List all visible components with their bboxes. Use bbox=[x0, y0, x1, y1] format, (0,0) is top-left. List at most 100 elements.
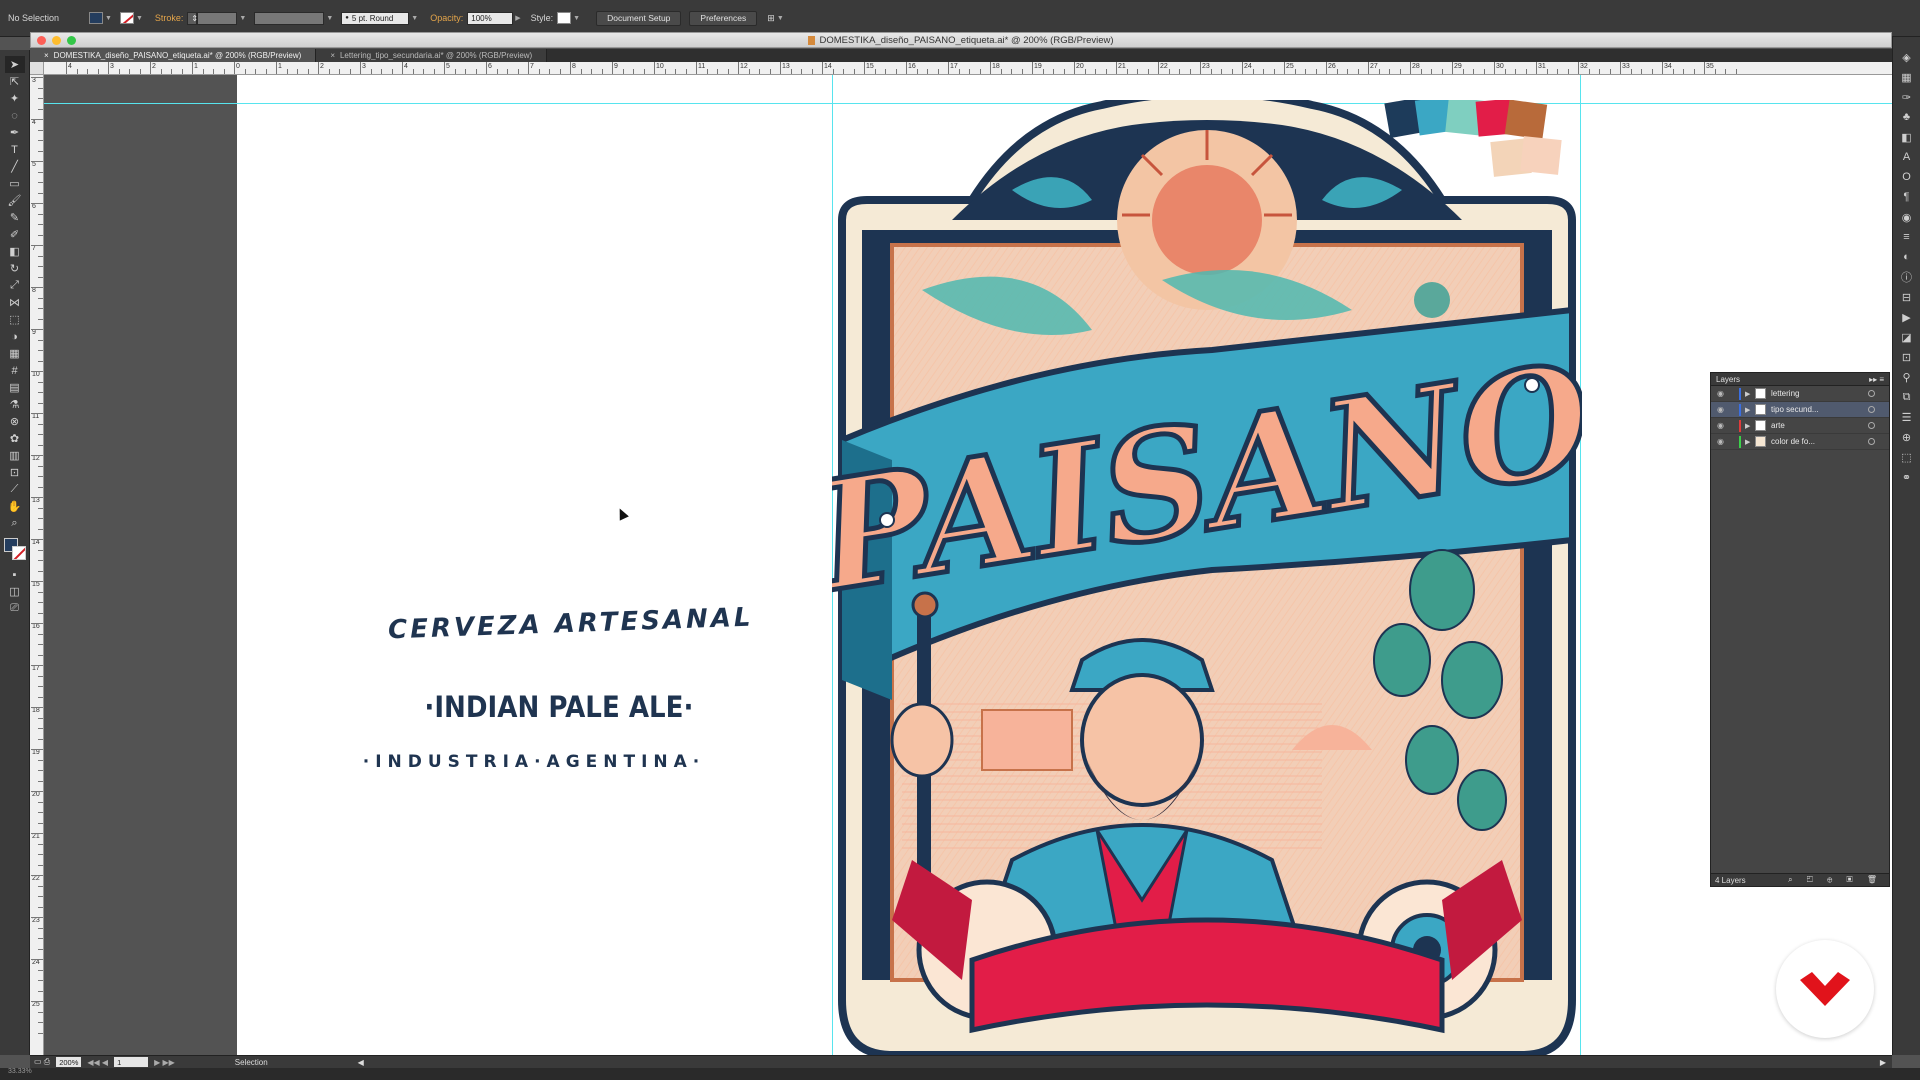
eye-icon[interactable]: ◉ bbox=[1717, 389, 1727, 398]
character-icon[interactable]: A bbox=[1899, 147, 1915, 167]
target-icon[interactable] bbox=[1868, 390, 1875, 397]
graphic-style-swatch[interactable] bbox=[557, 12, 572, 24]
navigator-icon[interactable]: ⊕ bbox=[1899, 427, 1915, 447]
expand-arrow-icon[interactable]: ▶ bbox=[1745, 422, 1755, 430]
paragraph-icon[interactable]: ¶ bbox=[1899, 187, 1915, 207]
artboard-number-field[interactable]: 1 bbox=[114, 1057, 149, 1067]
layer-row[interactable]: ◉ ▶ tipo secund... bbox=[1711, 402, 1889, 418]
shape-builder-tool-icon[interactable]: ◑ bbox=[5, 328, 25, 345]
document-setup-button[interactable]: Document Setup bbox=[596, 10, 682, 26]
graphic-styles-icon[interactable]: ◧ bbox=[1899, 127, 1915, 147]
pen-tool-icon[interactable]: ✒ bbox=[5, 124, 25, 141]
opacity-label[interactable]: Opacity: bbox=[430, 13, 463, 23]
brush-definition[interactable]: ● 5 pt. Round bbox=[341, 11, 410, 25]
artboard-nav-icons[interactable]: ◀◀ ◀ bbox=[87, 1058, 108, 1067]
document-info-icon[interactable]: ⓘ bbox=[1899, 267, 1915, 287]
eye-icon[interactable]: ◉ bbox=[1717, 405, 1727, 414]
slice-tool-icon[interactable]: ⟋ bbox=[5, 481, 25, 498]
zoom-field[interactable]: 200% bbox=[56, 1057, 82, 1067]
target-icon[interactable] bbox=[1868, 438, 1875, 445]
fill-stroke-swatch[interactable] bbox=[3, 538, 26, 560]
blend-tool-icon[interactable]: ⊗ bbox=[5, 413, 25, 430]
zoom-window-button[interactable] bbox=[67, 36, 76, 45]
actions-icon[interactable]: ▶ bbox=[1899, 307, 1915, 327]
zoom-tool-icon[interactable]: ⌕ bbox=[5, 515, 25, 532]
brushes-icon[interactable]: ✑ bbox=[1899, 87, 1915, 107]
chevron-down-icon[interactable]: ▼ bbox=[411, 15, 418, 22]
scale-tool-icon[interactable]: ⤢ bbox=[5, 277, 25, 294]
magic-wand-tool-icon[interactable]: ✦ bbox=[5, 90, 25, 107]
screen-mode-icon[interactable]: ⎚ bbox=[5, 600, 25, 617]
eye-icon[interactable]: ◉ bbox=[1717, 437, 1727, 446]
horizontal-ruler[interactable]: 4 3 2 1 0 1 2 3 4 5 6 7 8 9 10 11 12 13 14 15 16 17 18 19 20 21 22… bbox=[44, 62, 1892, 75]
fill-swatch-control[interactable]: ▼ bbox=[89, 12, 112, 24]
appearance-icon[interactable]: ◉ bbox=[1899, 207, 1915, 227]
color-guide-icon[interactable]: ◈ bbox=[1899, 47, 1915, 67]
stroke-swatch[interactable] bbox=[119, 12, 134, 24]
symbols-icon[interactable]: ♣ bbox=[1899, 107, 1915, 127]
variable-width-profile[interactable] bbox=[254, 11, 325, 25]
layer-row[interactable]: ◉ ▶ arte bbox=[1711, 418, 1889, 434]
transform-icon[interactable]: ⬚ bbox=[1899, 447, 1915, 467]
perspective-grid-tool-icon[interactable]: ▦ bbox=[5, 345, 25, 362]
fill-swatch[interactable] bbox=[89, 12, 104, 24]
links-icon[interactable]: ⚲ bbox=[1899, 367, 1915, 387]
chevron-right-icon[interactable]: ▶ bbox=[515, 14, 520, 22]
artboard-tool-icon[interactable]: ⊡ bbox=[5, 464, 25, 481]
artboard-nav-next-icons[interactable]: ▶ ▶▶ bbox=[154, 1058, 175, 1067]
current-tool-status[interactable]: Selection bbox=[235, 1058, 268, 1067]
eyedropper-tool-icon[interactable]: ⚗ bbox=[5, 396, 25, 413]
scroll-left-icon[interactable]: ◀ bbox=[358, 1058, 364, 1067]
rectangle-tool-icon[interactable]: ▭ bbox=[5, 175, 25, 192]
free-transform-tool-icon[interactable]: ⬚ bbox=[5, 311, 25, 328]
stroke-color-swatch[interactable] bbox=[11, 546, 26, 560]
layer-actions-icons[interactable]: ⌕ ◰ ⊕ ▣ 🗑 bbox=[1788, 875, 1883, 885]
tab-lettering-secundaria[interactable]: × Lettering_tipo_secundaria.ai* @ 200% (R… bbox=[316, 49, 548, 62]
draw-mode-icon[interactable]: ◫ bbox=[5, 583, 25, 600]
preferences-button[interactable]: Preferences bbox=[689, 10, 758, 26]
beer-label-artwork[interactable]: PAISANO bbox=[832, 100, 1582, 1055]
column-graph-tool-icon[interactable]: ▥ bbox=[5, 447, 25, 464]
target-icon[interactable] bbox=[1868, 422, 1875, 429]
paintbrush-tool-icon[interactable]: 🖌 bbox=[5, 192, 25, 209]
swatches-icon[interactable]: ▦ bbox=[1899, 67, 1915, 87]
target-icon[interactable] bbox=[1868, 406, 1875, 413]
direct-selection-tool-icon[interactable]: ⇱ bbox=[5, 73, 25, 90]
opentype-icon[interactable]: O bbox=[1899, 167, 1915, 187]
link-icon[interactable]: ⚭ bbox=[1899, 467, 1915, 487]
vertical-ruler[interactable]: 3 4 5 6 7 8 9 10 11 12 13 14 15 16 17 18 19 20 21 22 23 24 25 bbox=[30, 75, 44, 1055]
ruler-origin[interactable] bbox=[30, 62, 44, 75]
opacity-field[interactable]: 100% bbox=[467, 11, 514, 25]
line-tool-icon[interactable]: ╱ bbox=[5, 158, 25, 175]
layer-row[interactable]: ◉ ▶ lettering bbox=[1711, 386, 1889, 402]
stroke-weight-field[interactable] bbox=[197, 11, 238, 25]
image-trace-icon[interactable]: ⊟ bbox=[1899, 287, 1915, 307]
transparency-icon[interactable]: ◐ bbox=[1899, 247, 1915, 267]
mesh-tool-icon[interactable]: # bbox=[5, 362, 25, 379]
chevron-down-icon[interactable]: ▼ bbox=[105, 15, 112, 22]
pathfinder-icon[interactable]: ⧉ bbox=[1899, 387, 1915, 407]
selection-tool-icon[interactable]: ➤ bbox=[4, 56, 25, 73]
text-industria-argentina[interactable]: ·INDUSTRIA·AGENTINA· bbox=[358, 752, 710, 772]
lasso-tool-icon[interactable]: ◌ bbox=[5, 107, 25, 124]
expand-arrow-icon[interactable]: ▶ bbox=[1745, 390, 1755, 398]
layers-icon[interactable]: ◪ bbox=[1899, 327, 1915, 347]
layer-row[interactable]: ◉ ▶ color de fo... bbox=[1711, 434, 1889, 450]
chevron-down-icon[interactable]: ▼ bbox=[239, 15, 246, 22]
chevron-down-icon[interactable]: ▼ bbox=[573, 15, 580, 22]
expand-arrow-icon[interactable]: ▶ bbox=[1745, 406, 1755, 414]
chevron-down-icon[interactable]: ▼ bbox=[326, 15, 333, 22]
tab-paisano-etiqueta[interactable]: × DOMESTIKA_diseño_PAISANO_etiqueta.ai* @… bbox=[30, 49, 317, 62]
scroll-right-icon[interactable]: ▶ bbox=[1880, 1058, 1886, 1067]
eraser-tool-icon[interactable]: ◧ bbox=[5, 243, 25, 260]
layers-panel-title[interactable]: Layers bbox=[1716, 375, 1740, 384]
arrange-documents-icon[interactable]: ⊞ ▼ bbox=[767, 13, 783, 24]
panel-menu-icon[interactable]: ▸▸ ≡ bbox=[1869, 375, 1884, 384]
text-indian-pale-ale[interactable]: ·INDIAN PALE ALE· bbox=[424, 690, 693, 724]
type-tool-icon[interactable]: T bbox=[5, 141, 25, 158]
artboards-icon[interactable]: ⊡ bbox=[1899, 347, 1915, 367]
chevron-down-icon[interactable]: ▼ bbox=[136, 15, 143, 22]
stroke-label[interactable]: Stroke: bbox=[155, 13, 184, 23]
width-tool-icon[interactable]: ⋈ bbox=[5, 294, 25, 311]
status-icons[interactable]: ▭ ⎙ bbox=[34, 1057, 50, 1067]
